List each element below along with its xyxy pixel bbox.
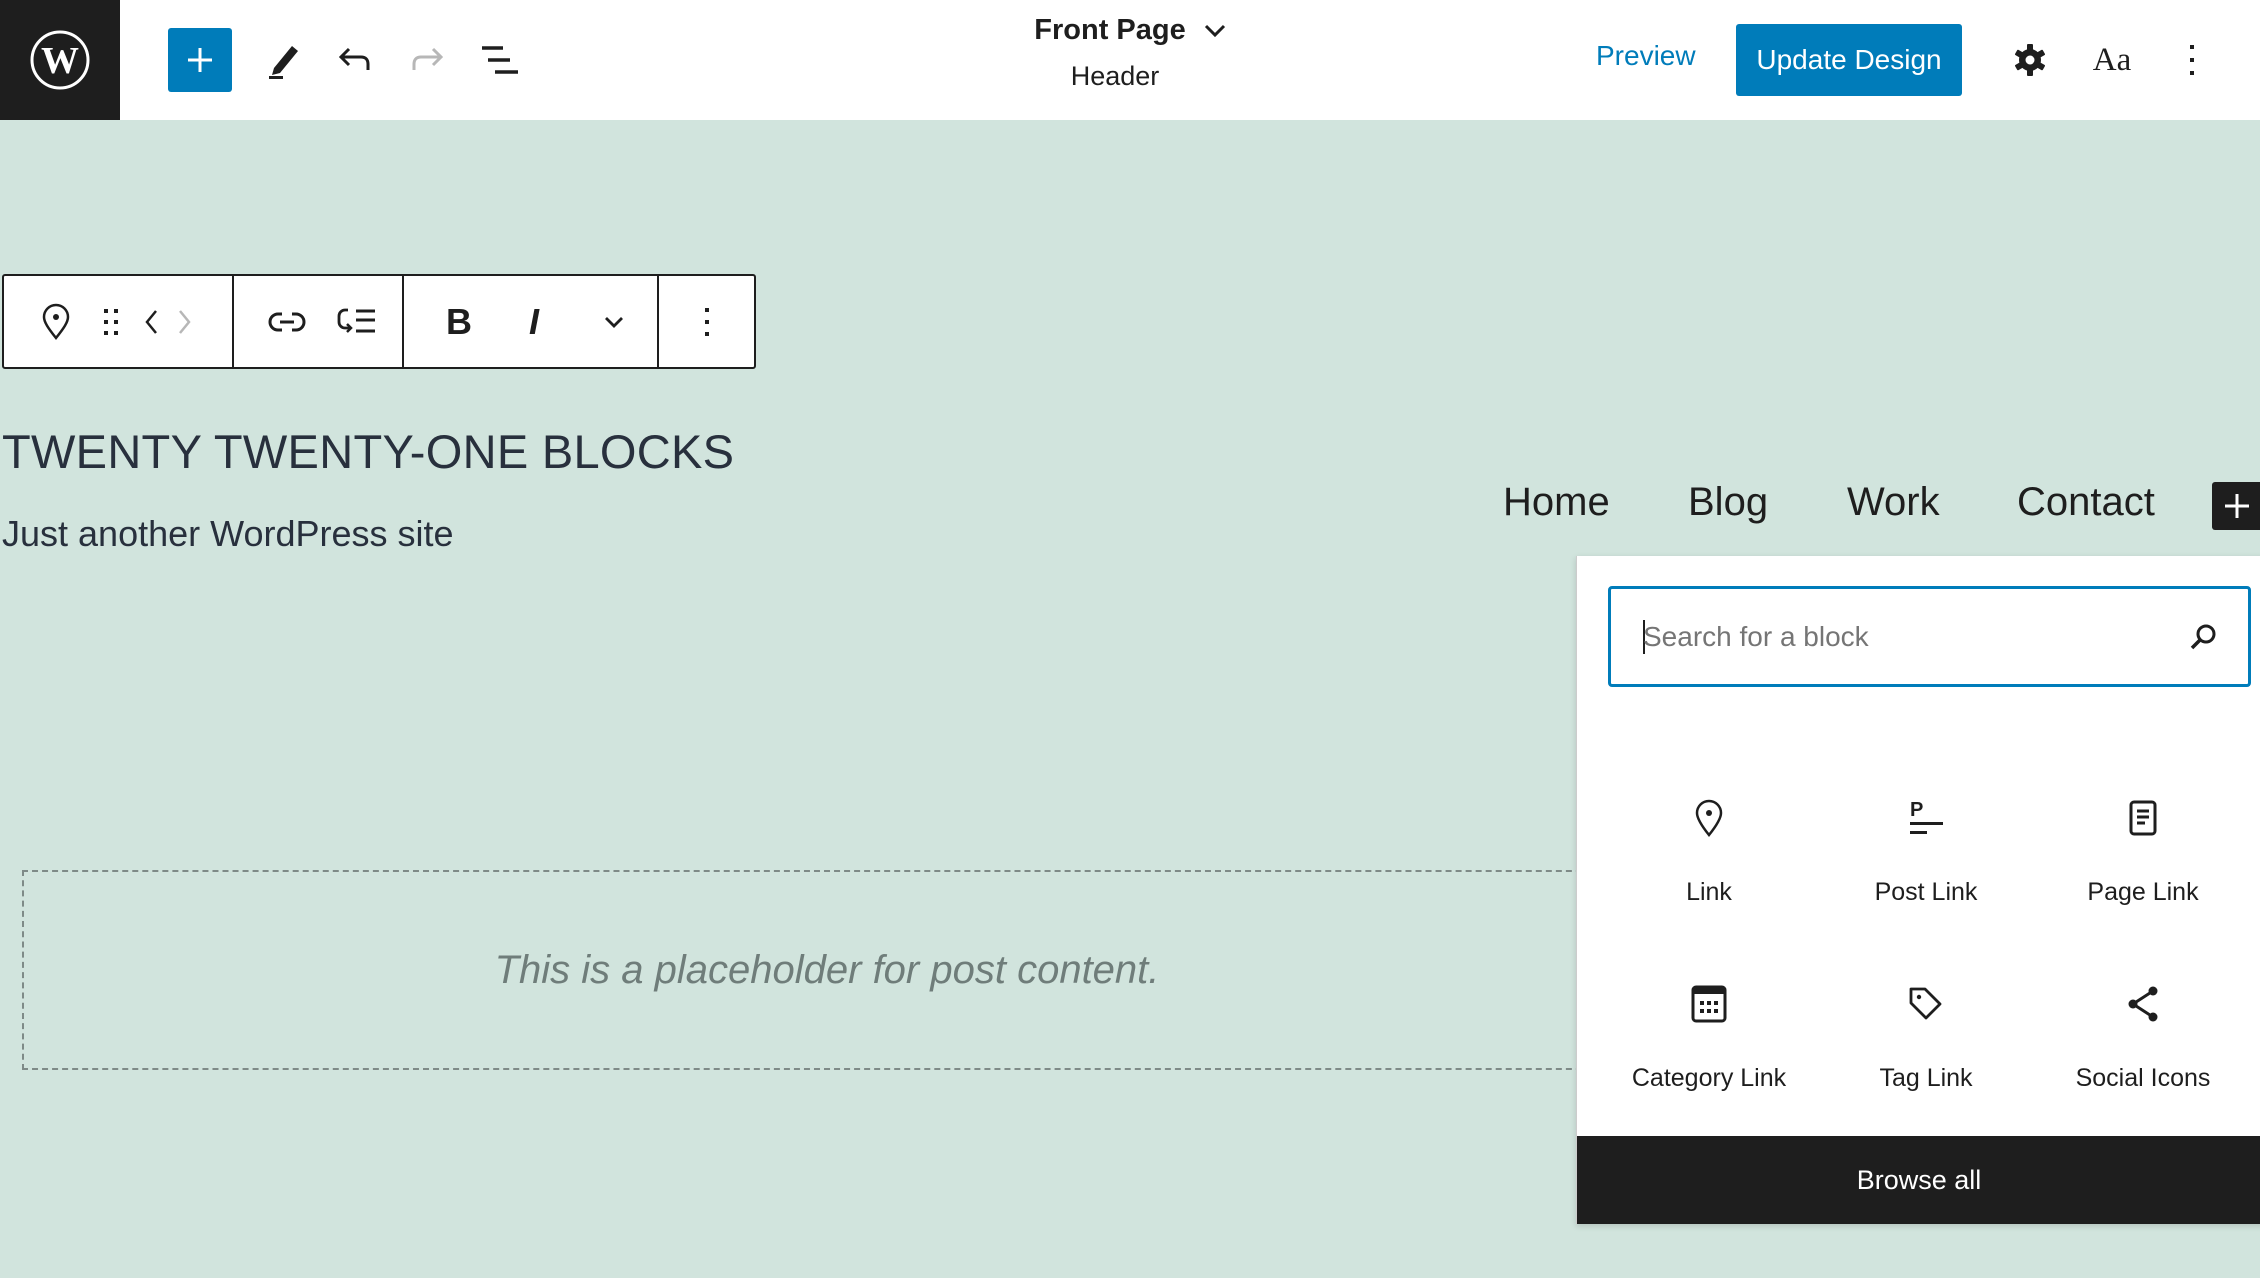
browse-all-button[interactable]: Browse all (1577, 1136, 2260, 1224)
block-search-field[interactable] (1608, 586, 2251, 687)
placeholder-text: This is a placeholder for post content. (494, 947, 1160, 992)
chevron-right-icon (179, 309, 191, 334)
template-title: Front Page (1034, 14, 1186, 46)
nav-item-blog[interactable]: Blog (1688, 480, 1768, 525)
more-vertical-icon (704, 307, 709, 336)
plus-icon (188, 48, 212, 72)
chevron-down-icon (605, 316, 623, 328)
post-link-icon: P (1910, 799, 1943, 834)
document-title: Front Page Header (980, 14, 1280, 92)
redo-button[interactable] (395, 28, 459, 92)
page-icon (2129, 800, 2157, 836)
pencil-icon (269, 46, 298, 79)
wordpress-logo[interactable]: W (0, 0, 120, 120)
update-design-button[interactable]: Update Design (1736, 24, 1962, 96)
site-title[interactable]: TWENTY TWENTY-ONE BLOCKS (2, 424, 734, 479)
submenu-icon (337, 308, 375, 333)
block-item-link[interactable]: Link (1609, 772, 1809, 922)
block-item-label: Tag Link (1879, 1064, 1973, 1092)
post-content-placeholder[interactable]: This is a placeholder for post content. (22, 870, 1622, 1070)
settings-button[interactable] (1998, 28, 2062, 92)
template-part-label: Header (1070, 61, 1160, 91)
editor-header: W Front Page Header Preview Update Desig… (0, 0, 2260, 120)
bold-button[interactable]: B (424, 276, 494, 367)
list-view-button[interactable] (468, 28, 532, 92)
list-view-icon (482, 46, 518, 74)
plus-icon (2225, 494, 2249, 518)
move-left-button[interactable] (134, 276, 168, 367)
add-submenu-button[interactable] (322, 276, 392, 367)
bold-icon: B (446, 300, 472, 342)
link-icon (268, 312, 306, 331)
toolbar-group-link (234, 276, 404, 367)
block-item-label: Social Icons (2075, 1064, 2211, 1092)
move-right-button[interactable] (168, 276, 202, 367)
italic-button[interactable]: I (494, 276, 574, 367)
drag-handle[interactable] (88, 276, 134, 367)
toolbar-group-options (659, 276, 754, 367)
block-options-button[interactable] (677, 276, 737, 367)
italic-icon: I (528, 300, 539, 342)
block-item-label: Post Link (1874, 878, 1978, 906)
share-icon (2128, 986, 2158, 1022)
block-item-social-icons[interactable]: Social Icons (2043, 958, 2243, 1108)
more-vertical-icon (2190, 45, 2194, 75)
svg-text:P: P (1910, 799, 1923, 821)
block-item-category-link[interactable]: Category Link (1609, 958, 1809, 1108)
block-inserter-button[interactable] (168, 28, 232, 92)
drag-handle-icon (104, 308, 118, 335)
nav-item-work[interactable]: Work (1847, 480, 1940, 525)
quick-inserter-popover: Link P Post Link Page Link (1576, 556, 2260, 1224)
more-formatting-button[interactable] (574, 276, 654, 367)
gear-icon (2015, 44, 2045, 76)
block-type-button[interactable] (24, 276, 88, 367)
chevron-down-icon (1204, 24, 1225, 37)
undo-button[interactable] (323, 28, 387, 92)
preview-button[interactable]: Preview (1596, 40, 1696, 72)
svg-text:W: W (41, 40, 79, 82)
site-tagline[interactable]: Just another WordPress site (2, 513, 454, 555)
map-pin-icon (1695, 799, 1723, 838)
link-button[interactable] (252, 276, 322, 367)
block-item-post-link[interactable]: P Post Link (1826, 772, 2026, 922)
options-button[interactable] (2160, 28, 2224, 92)
redo-icon (412, 47, 444, 70)
block-item-label: Link (1686, 878, 1732, 906)
add-nav-item-button[interactable] (2212, 482, 2260, 530)
tools-button[interactable] (252, 28, 316, 92)
block-search-input[interactable] (1643, 620, 2188, 653)
styles-button[interactable]: Aa (2080, 28, 2144, 92)
toolbar-group-format: B I (404, 276, 659, 367)
undo-icon (338, 47, 370, 70)
toolbar-group-block (4, 276, 234, 367)
nav-item-contact[interactable]: Contact (2017, 480, 2155, 525)
tag-icon (1909, 987, 1942, 1020)
block-item-label: Page Link (2087, 878, 2199, 906)
nav-item-home[interactable]: Home (1503, 480, 1610, 525)
block-item-label: Category Link (1631, 1064, 1787, 1092)
block-item-page-link[interactable]: Page Link (2043, 772, 2243, 922)
wordpress-icon: W (30, 30, 90, 90)
search-icon (2190, 624, 2216, 649)
chevron-left-icon (145, 309, 157, 334)
map-pin-icon (42, 303, 70, 340)
block-toolbar: B I (2, 274, 756, 369)
block-item-tag-link[interactable]: Tag Link (1826, 958, 2026, 1108)
category-icon (1691, 985, 1727, 1023)
template-selector[interactable]: Front Page (1034, 14, 1225, 47)
